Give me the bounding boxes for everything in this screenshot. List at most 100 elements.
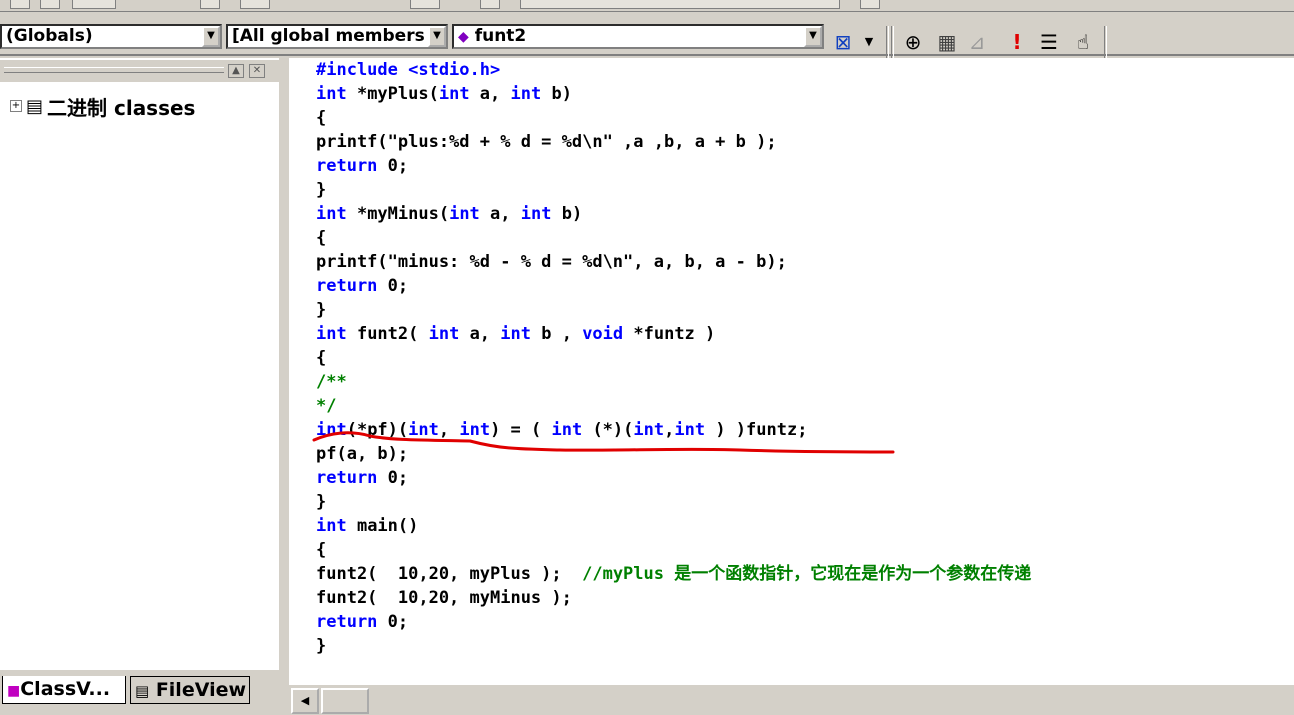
code-line[interactable]: int funt2( int a, int b , void *funtz ) bbox=[316, 322, 1294, 346]
code-line[interactable]: int main() bbox=[316, 514, 1294, 538]
code-line[interactable]: { bbox=[316, 106, 1294, 130]
toolbar-separator bbox=[1104, 26, 1107, 60]
code-token: b) bbox=[551, 204, 583, 224]
wizard-actions-icon[interactable]: ⊠ bbox=[830, 32, 856, 52]
scroll-thumb[interactable] bbox=[321, 688, 369, 714]
code-line[interactable]: pf(a, b); bbox=[316, 442, 1294, 466]
comment-token: */ bbox=[316, 396, 337, 416]
code-line[interactable]: { bbox=[316, 538, 1294, 562]
code-line[interactable]: } bbox=[316, 490, 1294, 514]
class-tree-root[interactable]: + ▤ 二进制 classes bbox=[10, 94, 196, 120]
members-combo[interactable]: [All global members ▼ bbox=[226, 24, 448, 49]
code-token: ) = ( bbox=[490, 420, 552, 440]
keyword-token: void bbox=[582, 324, 624, 344]
keyword-token: int bbox=[316, 516, 347, 536]
chevron-down-icon[interactable]: ▼ bbox=[856, 32, 882, 52]
code-token: pf(a, b); bbox=[316, 444, 409, 464]
code-line[interactable]: return 0; bbox=[316, 466, 1294, 490]
code-line[interactable]: } bbox=[316, 298, 1294, 322]
code-line[interactable]: { bbox=[316, 346, 1294, 370]
horizontal-scrollbar[interactable]: ◀ bbox=[289, 685, 1294, 715]
pane-grip[interactable] bbox=[4, 67, 224, 73]
list-icon[interactable]: ☰ bbox=[1036, 32, 1062, 52]
code-token: } bbox=[316, 300, 327, 320]
toolbar-button-fragment[interactable] bbox=[72, 0, 116, 9]
code-token: a, bbox=[469, 84, 511, 104]
code-line[interactable]: printf("minus: %d - % d = %d\n", a, b, a… bbox=[316, 250, 1294, 274]
toolbar-button-fragment[interactable] bbox=[10, 0, 30, 9]
compile-icon[interactable]: ⊕ bbox=[900, 32, 926, 52]
code-token: } bbox=[316, 636, 327, 656]
code-token: funt2( 10,20, myMinus ); bbox=[316, 588, 572, 608]
tab-class-view[interactable]: ■ClassV... bbox=[2, 676, 126, 704]
file-view-icon: ▤ bbox=[135, 682, 150, 700]
build-icon[interactable]: ▦ bbox=[934, 32, 960, 52]
chevron-down-icon[interactable]: ▼ bbox=[202, 26, 220, 47]
code-token: main() bbox=[346, 516, 419, 536]
code-line[interactable]: { bbox=[316, 226, 1294, 250]
keyword-token: return bbox=[316, 612, 378, 632]
code-line[interactable]: funt2( 10,20, myPlus ); //myPlus 是一个函数指针… bbox=[316, 562, 1294, 586]
class-view-icon: ■ bbox=[7, 683, 21, 699]
code-line[interactable]: return 0; bbox=[316, 274, 1294, 298]
code-line[interactable]: funt2( 10,20, myMinus ); bbox=[316, 586, 1294, 610]
chevron-down-icon[interactable]: ▼ bbox=[804, 26, 822, 47]
code-token: { bbox=[316, 348, 327, 368]
keyword-token: return bbox=[316, 276, 378, 296]
code-line[interactable]: return 0; bbox=[316, 610, 1294, 634]
toolbar-separator bbox=[891, 26, 894, 60]
toolbar-button-fragment[interactable] bbox=[410, 0, 440, 9]
close-pane-icon[interactable]: ✕ bbox=[249, 64, 265, 78]
comment-token: //myPlus 是一个函数指针，它现在是作为一个参数在传递 bbox=[582, 564, 1032, 584]
tab-class-view-label: ClassV... bbox=[20, 678, 111, 700]
function-combo[interactable]: ◆ funt2 ▼ bbox=[452, 24, 824, 49]
code-token: (*)( bbox=[582, 420, 634, 440]
code-text[interactable]: #include <stdio.h> int *myPlus(int a, int… bbox=[316, 58, 1294, 658]
hand-icon[interactable]: ☝ bbox=[1070, 32, 1096, 52]
wizard-bar: (Globals) ▼ [All global members ▼ ◆ funt… bbox=[0, 12, 1294, 60]
scope-combo[interactable]: (Globals) ▼ bbox=[0, 24, 222, 49]
workspace-pane bbox=[0, 58, 279, 670]
code-line[interactable]: } bbox=[316, 634, 1294, 658]
code-token: { bbox=[316, 540, 327, 560]
function-diamond-icon: ◆ bbox=[458, 29, 469, 45]
toolbar-separator bbox=[886, 26, 889, 60]
execute-icon[interactable]: ! bbox=[1004, 32, 1030, 52]
toolbar-button-fragment[interactable] bbox=[200, 0, 220, 9]
code-line[interactable]: #include <stdio.h> bbox=[316, 58, 1294, 82]
tab-file-view-label: FileView bbox=[155, 679, 247, 701]
keyword-token: int bbox=[428, 324, 460, 344]
code-line[interactable]: int *myPlus(int a, int b) bbox=[316, 82, 1294, 106]
code-token: 0; bbox=[377, 468, 409, 488]
keyword-token: int bbox=[459, 420, 491, 440]
chevron-down-icon[interactable]: ▼ bbox=[428, 26, 446, 47]
scroll-left-icon[interactable]: ◀ bbox=[291, 688, 319, 714]
code-line[interactable]: */ bbox=[316, 394, 1294, 418]
keyword-token: int bbox=[551, 420, 583, 440]
code-line[interactable]: } bbox=[316, 178, 1294, 202]
code-line[interactable]: int *myMinus(int a, int b) bbox=[316, 202, 1294, 226]
code-token: 0; bbox=[377, 276, 409, 296]
maximize-pane-icon[interactable]: ▲ bbox=[228, 64, 244, 78]
toolbar-button-fragment[interactable] bbox=[40, 0, 60, 9]
code-line[interactable]: int(*pf)(int, int) = ( int (*)(int,int )… bbox=[316, 418, 1294, 442]
code-token: funt2( bbox=[346, 324, 429, 344]
code-token: a, bbox=[479, 204, 521, 224]
code-line[interactable]: /** bbox=[316, 370, 1294, 394]
code-line[interactable]: return 0; bbox=[316, 154, 1294, 178]
stop-build-icon[interactable]: ⊿ bbox=[964, 32, 990, 52]
toolbar-combo-fragment[interactable] bbox=[520, 0, 840, 9]
toolbar-button-fragment[interactable] bbox=[480, 0, 500, 9]
comment-token: /** bbox=[316, 372, 347, 392]
toolbar-button-fragment[interactable] bbox=[860, 0, 880, 9]
code-token: , bbox=[664, 420, 675, 440]
tab-file-view[interactable]: ▤ FileView bbox=[130, 676, 250, 704]
pane-splitter[interactable] bbox=[279, 58, 289, 715]
code-line[interactable]: printf("plus:%d + % d = %d\n" ,a ,b, a +… bbox=[316, 130, 1294, 154]
code-token: *myMinus( bbox=[346, 204, 450, 224]
keyword-token: int bbox=[438, 84, 470, 104]
expand-icon[interactable]: + bbox=[10, 100, 22, 112]
class-tree-root-label: 二进制 classes bbox=[47, 95, 196, 120]
keyword-token: int bbox=[633, 420, 665, 440]
toolbar-button-fragment[interactable] bbox=[240, 0, 270, 9]
